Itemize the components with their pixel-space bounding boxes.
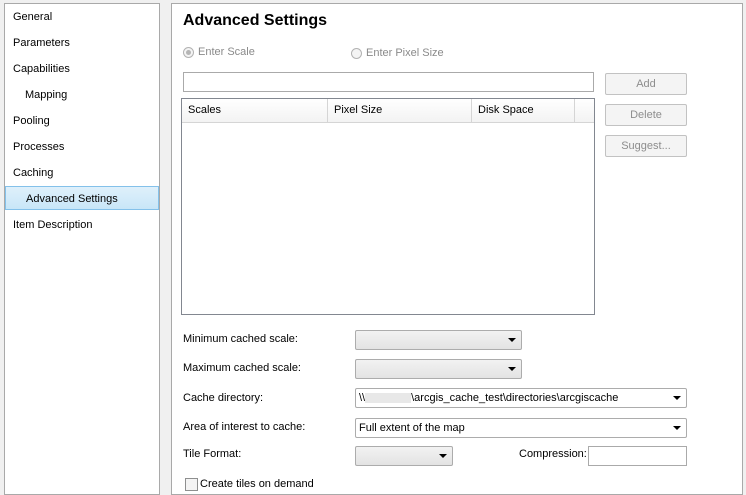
nav-item-advanced-settings[interactable]: Advanced Settings <box>5 186 159 210</box>
scales-table[interactable]: Scales Pixel Size Disk Space <box>181 98 595 315</box>
enter-pixel-size-radio[interactable]: Enter Pixel Size <box>351 47 444 59</box>
nav-item-label: Advanced Settings <box>26 193 118 205</box>
area-of-interest-value: Full extent of the map <box>359 422 465 434</box>
cache-directory-value: \\ \arcgis_cache_test\directories\arcgisc… <box>359 389 618 407</box>
table-header: Scales Pixel Size Disk Space <box>182 99 594 123</box>
nav-item-label: Caching <box>13 167 54 179</box>
chevron-down-icon <box>673 426 681 430</box>
nav-item-item-description[interactable]: Item Description <box>5 213 159 237</box>
enter-scale-radio[interactable]: Enter Scale <box>183 46 255 58</box>
chevron-down-icon <box>508 367 516 371</box>
cache-directory-label: Cache directory: <box>183 392 264 404</box>
add-button[interactable]: Add <box>605 73 687 95</box>
cache-directory-dropdown[interactable]: \\ \arcgis_cache_test\directories\arcgisc… <box>355 388 687 408</box>
nav-item-general[interactable]: General <box>5 5 159 29</box>
compression-input[interactable] <box>588 446 687 466</box>
nav-item-label: Pooling <box>13 115 50 127</box>
area-of-interest-dropdown[interactable]: Full extent of the map <box>355 418 687 438</box>
nav-item-mapping[interactable]: Mapping <box>5 83 159 107</box>
radio-label: Enter Pixel Size <box>366 47 444 59</box>
compression-label: Compression: <box>519 448 587 460</box>
column-header-filler <box>575 99 594 122</box>
radio-label: Enter Scale <box>198 46 255 58</box>
radio-dot <box>183 46 194 58</box>
nav-item-label: Mapping <box>25 89 68 101</box>
page-title: Advanced Settings <box>183 12 328 29</box>
nav-item-processes[interactable]: Processes <box>5 135 159 159</box>
nav-item-caching[interactable]: Caching <box>5 161 159 185</box>
max-scale-label: Maximum cached scale: <box>183 362 301 374</box>
cache-directory-path: \arcgis_cache_test\directories\arcgiscac… <box>411 392 619 404</box>
max-scale-dropdown[interactable] <box>355 359 522 379</box>
min-scale-label: Minimum cached scale: <box>183 333 298 345</box>
nav-item-label: Item Description <box>13 219 93 231</box>
nav-item-parameters[interactable]: Parameters <box>5 31 159 55</box>
column-header-disk-space[interactable]: Disk Space <box>472 99 575 122</box>
advanced-settings-panel: Advanced Settings Enter Scale Enter Pixe… <box>171 3 743 495</box>
tile-format-dropdown[interactable] <box>355 446 453 466</box>
nav-item-label: Capabilities <box>13 63 70 75</box>
min-scale-dropdown[interactable] <box>355 330 522 350</box>
column-header-pixel-size[interactable]: Pixel Size <box>328 99 472 122</box>
nav-item-pooling[interactable]: Pooling <box>5 109 159 133</box>
nav-item-label: Processes <box>13 141 65 153</box>
suggest-button[interactable]: Suggest... <box>605 135 687 157</box>
nav-item-capabilities[interactable]: Capabilities <box>5 57 159 81</box>
create-tiles-on-demand-checkbox[interactable] <box>185 478 198 491</box>
redacted-server-name <box>365 393 412 404</box>
column-header-scales[interactable]: Scales <box>182 99 328 122</box>
nav-item-label: Parameters <box>13 37 70 49</box>
radio-dot <box>351 47 362 59</box>
scale-input[interactable] <box>183 72 594 92</box>
area-of-interest-label: Area of interest to cache: <box>183 421 306 433</box>
create-tiles-on-demand-label: Create tiles on demand <box>200 478 314 490</box>
chevron-down-icon <box>439 454 447 458</box>
nav-item-label: General <box>13 11 53 23</box>
tile-format-label: Tile Format: <box>183 448 242 460</box>
delete-button[interactable]: Delete <box>605 104 687 126</box>
chevron-down-icon <box>673 396 681 400</box>
settings-nav: General Parameters Capabilities Mapping … <box>4 3 160 495</box>
chevron-down-icon <box>508 338 516 342</box>
